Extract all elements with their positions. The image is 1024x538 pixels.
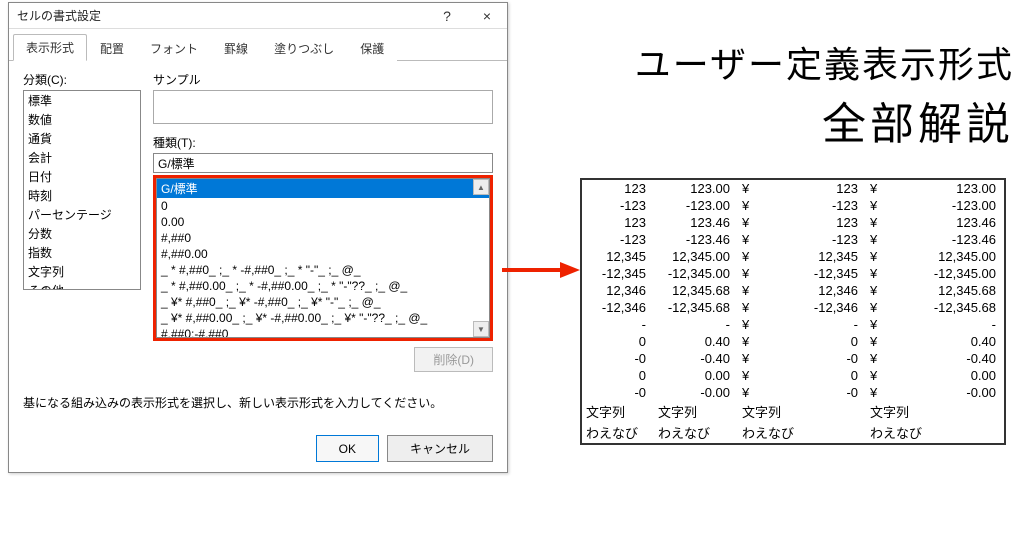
heading-line2: 全部解説 <box>635 88 1014 152</box>
format-list[interactable]: G/標準 0 0.00 #,##0 #,##0.00 _ * #,##0_ ;_… <box>156 178 490 338</box>
type-input[interactable] <box>153 153 493 173</box>
hint-text: 基になる組み込みの表示形式を選択し、新しい表示形式を入力してください。 <box>23 394 493 411</box>
close-icon[interactable]: × <box>467 3 507 29</box>
format-item[interactable]: 0 <box>157 198 489 214</box>
table-row: 123123.00¥123¥123.00 <box>582 180 1004 197</box>
dialog-body: 分類(C): 標準 数値 通貨 会計 日付 時刻 パーセンテージ 分数 指数 文… <box>9 61 507 425</box>
cat-other[interactable]: その他 <box>24 281 140 290</box>
tab-font[interactable]: フォント <box>137 35 211 61</box>
format-cells-dialog: セルの書式設定 ? × 表示形式 配置 フォント 罫線 塗りつぶし 保護 分類(… <box>8 2 508 473</box>
table-row: 12,34612,345.68¥12,346¥12,345.68 <box>582 282 1004 299</box>
help-icon[interactable]: ? <box>427 3 467 29</box>
cat-time[interactable]: 時刻 <box>24 186 140 205</box>
type-label: 種類(T): <box>153 134 493 151</box>
format-item[interactable]: #,##0;-#,##0 <box>157 326 489 338</box>
scroll-up-icon[interactable]: ▲ <box>473 179 489 195</box>
format-item[interactable]: 0.00 <box>157 214 489 230</box>
delete-button: 削除(D) <box>414 347 493 372</box>
format-item[interactable]: #,##0.00 <box>157 246 489 262</box>
category-list[interactable]: 標準 数値 通貨 会計 日付 時刻 パーセンテージ 分数 指数 文字列 その他 … <box>23 90 141 290</box>
arrow-icon <box>502 260 580 280</box>
table-row: -0-0.00¥-0¥-0.00 <box>582 384 1004 401</box>
cat-percentage[interactable]: パーセンテージ <box>24 205 140 224</box>
table-row: -12,346-12,345.68¥-12,346¥-12,345.68 <box>582 299 1004 316</box>
tab-protection[interactable]: 保護 <box>347 35 397 61</box>
page-heading: ユーザー定義表示形式 全部解説 <box>635 36 1014 152</box>
tab-strip: 表示形式 配置 フォント 罫線 塗りつぶし 保護 <box>9 33 507 61</box>
scroll-down-icon[interactable]: ▼ <box>473 321 489 337</box>
table-row: --¥-¥- <box>582 316 1004 333</box>
format-item[interactable]: _ ¥* #,##0.00_ ;_ ¥* -#,##0.00_ ;_ ¥* "-… <box>157 310 489 326</box>
format-item[interactable]: _ * #,##0.00_ ;_ * -#,##0.00_ ;_ * "-"??… <box>157 278 489 294</box>
format-item[interactable]: _ * #,##0_ ;_ * -#,##0_ ;_ * "-"_ ;_ @_ <box>157 262 489 278</box>
sample-box <box>153 90 493 124</box>
cat-fraction[interactable]: 分数 <box>24 224 140 243</box>
table-row: 00.00¥0¥0.00 <box>582 367 1004 384</box>
result-table: 123123.00¥123¥123.00-123-123.00¥-123¥-12… <box>580 178 1006 445</box>
cat-date[interactable]: 日付 <box>24 167 140 186</box>
tab-border[interactable]: 罫線 <box>211 35 261 61</box>
format-item[interactable]: G/標準 <box>157 179 489 198</box>
table-row: 00.40¥0¥0.40 <box>582 333 1004 350</box>
format-list-highlight: G/標準 0 0.00 #,##0 #,##0.00 _ * #,##0_ ;_… <box>153 175 493 341</box>
cat-number[interactable]: 数値 <box>24 110 140 129</box>
cancel-button[interactable]: キャンセル <box>387 435 493 462</box>
table-row: 文字列文字列文字列文字列 <box>582 401 1004 422</box>
heading-line1: ユーザー定義表示形式 <box>635 36 1014 88</box>
titlebar: セルの書式設定 ? × <box>9 3 507 29</box>
tab-number-format[interactable]: 表示形式 <box>13 34 87 61</box>
category-label: 分類(C): <box>23 71 141 88</box>
table-row: わえなびわえなびわえなびわえなび <box>582 422 1004 443</box>
table-row: -0-0.40¥-0¥-0.40 <box>582 350 1004 367</box>
table-row: -123-123.46¥-123¥-123.46 <box>582 231 1004 248</box>
format-item[interactable]: _ ¥* #,##0_ ;_ ¥* -#,##0_ ;_ ¥* "-"_ ;_ … <box>157 294 489 310</box>
cat-accounting[interactable]: 会計 <box>24 148 140 167</box>
cat-scientific[interactable]: 指数 <box>24 243 140 262</box>
table-row: -123-123.00¥-123¥-123.00 <box>582 197 1004 214</box>
table-row: 123123.46¥123¥123.46 <box>582 214 1004 231</box>
cat-currency[interactable]: 通貨 <box>24 129 140 148</box>
format-item[interactable]: #,##0 <box>157 230 489 246</box>
ok-button[interactable]: OK <box>316 435 379 462</box>
cat-text[interactable]: 文字列 <box>24 262 140 281</box>
sample-label: サンプル <box>153 71 493 88</box>
tab-fill[interactable]: 塗りつぶし <box>261 35 347 61</box>
cat-standard[interactable]: 標準 <box>24 91 140 110</box>
dialog-footer: OK キャンセル <box>9 425 507 472</box>
table-row: 12,34512,345.00¥12,345¥12,345.00 <box>582 248 1004 265</box>
tab-alignment[interactable]: 配置 <box>87 35 137 61</box>
table-row: -12,345-12,345.00¥-12,345¥-12,345.00 <box>582 265 1004 282</box>
dialog-title: セルの書式設定 <box>17 7 427 24</box>
